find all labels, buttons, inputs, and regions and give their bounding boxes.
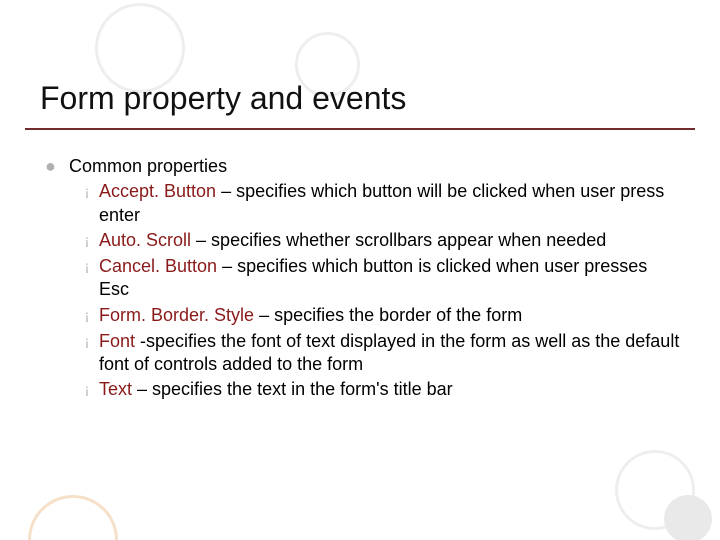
property-name: Accept. Button [99,181,221,201]
bullet-icon: ¡ [75,255,99,279]
bullet-icon: ¡ [75,229,99,253]
list-item: ¡Text – specifies the text in the form's… [75,378,680,402]
property-description: Form. Border. Style – specifies the bord… [99,304,680,327]
property-text: – specifies whether scrollbars appear wh… [196,230,606,250]
bullet-icon: ¡ [75,180,99,204]
property-text: – specifies the border of the form [259,305,522,325]
list-item: ¡Font -specifies the font of text displa… [75,330,680,377]
slide-title: Form property and events [40,80,406,117]
bullet-icon: ¡ [75,304,99,328]
bullet-icon: ● [45,155,69,178]
property-description: Auto. Scroll – specifies whether scrollb… [99,229,680,252]
bullet-icon: ¡ [75,330,99,354]
property-name: Auto. Scroll [99,230,196,250]
list-item: ¡Accept. Button – specifies which button… [75,180,680,227]
list-item: ● Common properties [45,155,680,178]
list-item: ¡Auto. Scroll – specifies whether scroll… [75,229,680,253]
property-description: Cancel. Button – specifies which button … [99,255,680,302]
property-description: Accept. Button – specifies which button … [99,180,680,227]
property-name: Form. Border. Style [99,305,259,325]
section-heading: Common properties [69,155,680,178]
decor-circle [28,495,118,540]
property-name: Font [99,331,140,351]
property-text: – specifies the text in the form's title… [137,379,453,399]
property-name: Cancel. Button [99,256,222,276]
title-underline [25,128,695,130]
bullet-icon: ¡ [75,378,99,402]
property-name: Text [99,379,137,399]
list-item: ¡Cancel. Button – specifies which button… [75,255,680,302]
property-description: Font -specifies the font of text display… [99,330,680,377]
list-item: ¡Form. Border. Style – specifies the bor… [75,304,680,328]
property-text: -specifies the font of text displayed in… [99,331,679,374]
property-description: Text – specifies the text in the form's … [99,378,680,401]
property-list: ¡Accept. Button – specifies which button… [75,180,680,402]
decor-circle [664,495,712,540]
slide-body: ● Common properties ¡Accept. Button – sp… [45,155,680,404]
